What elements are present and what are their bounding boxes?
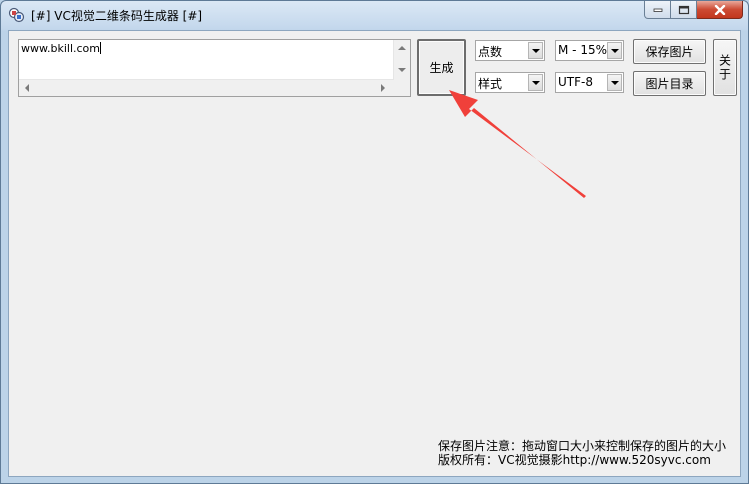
scroll-left-icon[interactable] — [25, 84, 29, 92]
save-note: 保存图片注意：拖动窗口大小来控制保存的图片的大小 — [438, 439, 727, 453]
error-correction-select[interactable]: M - 15% — [555, 40, 624, 61]
content-input[interactable]: www.bkill.com — [18, 39, 411, 97]
minimize-button[interactable] — [644, 1, 671, 19]
maximize-button[interactable] — [671, 1, 697, 19]
copyright-note: 版权所有：VC视觉摄影http://www.520syvc.com — [438, 453, 711, 467]
maximize-icon — [678, 5, 689, 14]
about-button[interactable]: 关于 — [713, 39, 737, 96]
title-bar[interactable]: [#] VC视觉二维条码生成器 [#] — [1, 1, 748, 30]
app-icon[interactable] — [8, 7, 26, 23]
scroll-right-icon[interactable] — [381, 84, 385, 92]
encoding-select[interactable]: UTF-8 — [555, 72, 624, 93]
main-panel: www.bkill.com 生成 点数 M - 15% 样式 UTF-8 保存图… — [8, 30, 741, 477]
close-button[interactable] — [697, 1, 743, 19]
style-select-value: 样式 — [478, 77, 503, 91]
style-select[interactable]: 样式 — [475, 72, 545, 93]
chevron-down-icon[interactable] — [607, 74, 622, 91]
window-title: [#] VC视觉二维条码生成器 [#] — [31, 9, 203, 23]
points-select-value: 点数 — [478, 45, 503, 59]
encoding-select-value: UTF-8 — [558, 75, 593, 89]
chevron-down-icon[interactable] — [607, 42, 622, 59]
vertical-scrollbar[interactable] — [393, 40, 410, 80]
window-controls — [644, 1, 743, 21]
scroll-down-icon[interactable] — [398, 68, 406, 72]
chevron-down-icon[interactable] — [528, 42, 543, 59]
error-correction-value: M - 15% — [558, 43, 607, 57]
points-select[interactable]: 点数 — [475, 40, 545, 61]
minimize-icon — [653, 8, 662, 12]
close-icon — [714, 4, 725, 15]
app-window: [#] VC视觉二维条码生成器 [#] www.bkill.com 生成 点数 … — [0, 0, 749, 484]
generate-button[interactable]: 生成 — [417, 39, 466, 96]
content-input-text: www.bkill.com — [21, 42, 101, 55]
footer-notes: 保存图片注意：拖动窗口大小来控制保存的图片的大小 版权所有：VC视觉摄影http… — [438, 439, 726, 467]
horizontal-scrollbar[interactable] — [19, 79, 394, 96]
save-image-button[interactable]: 保存图片 — [633, 39, 706, 64]
text-caret — [100, 42, 101, 54]
scroll-up-icon[interactable] — [398, 46, 406, 50]
scrollbar-corner — [394, 80, 410, 96]
chevron-down-icon[interactable] — [528, 74, 543, 91]
image-directory-button[interactable]: 图片目录 — [633, 71, 706, 96]
content-input-value: www.bkill.com — [21, 42, 100, 55]
